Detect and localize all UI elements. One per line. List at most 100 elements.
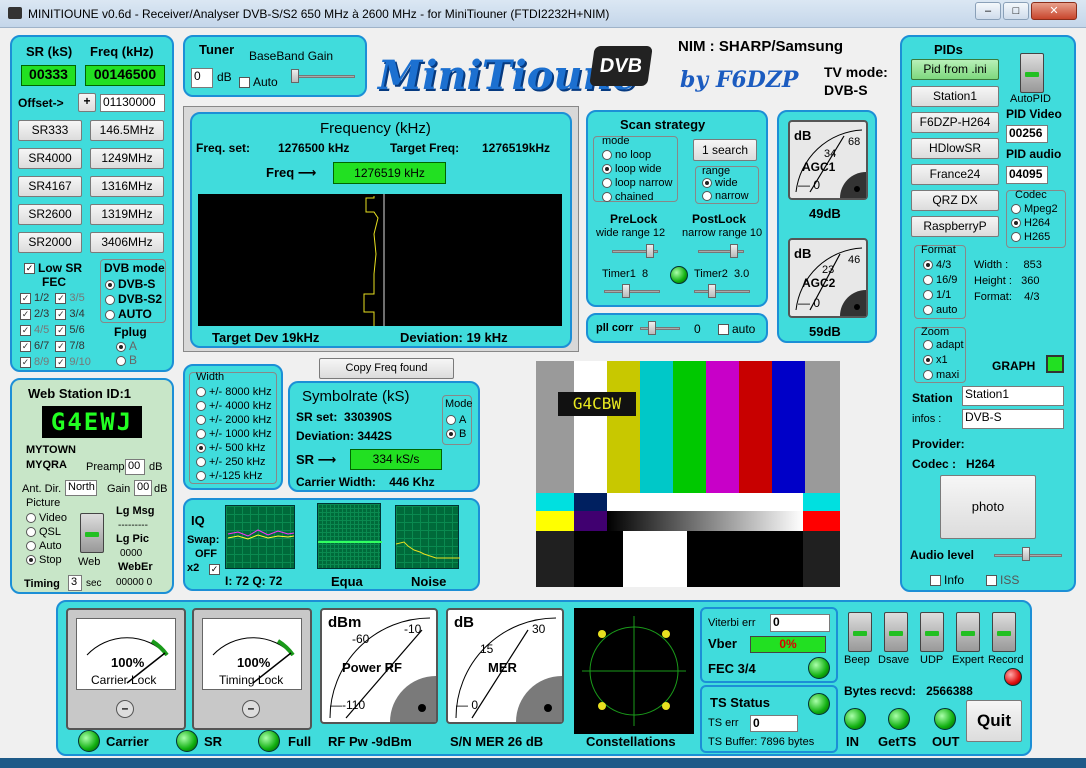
tvmode-label: TV mode: (824, 64, 888, 80)
timing-lock-label: Timing Lock (219, 673, 284, 687)
station-button[interactable]: Station1 (911, 86, 999, 107)
udp-switch[interactable] (920, 612, 944, 652)
weber-value: 00000 0 (116, 577, 153, 588)
autopid-switch[interactable] (1020, 53, 1044, 93)
fplug-a-radio[interactable]: A (116, 339, 137, 353)
dvb-mode-group: DVB mode DVB-S DVB-S2 AUTO (100, 259, 166, 323)
zoom-radios[interactable]: adapt x1 maxi (923, 338, 964, 383)
sr-preset-button[interactable]: SR2600 (18, 204, 82, 225)
copy-freq-button[interactable]: Copy Freq found (319, 358, 454, 379)
infos-input[interactable]: DVB-S (962, 409, 1064, 429)
pid-from-ini-button[interactable]: Pid from .ini (911, 59, 999, 80)
freq-preset-button[interactable]: 1316MHz (90, 176, 164, 197)
freq-arrow-label: Freq ⟶ (266, 165, 317, 180)
range-radios[interactable]: wide narrow (702, 177, 749, 203)
scan-mode-radios[interactable]: no loop loop wide loop narrow chained (602, 148, 672, 204)
timing-input[interactable]: 3 (68, 575, 82, 591)
fplug-b-radio[interactable]: B (116, 353, 137, 367)
pattern-block (574, 493, 607, 511)
pll-auto-checkbox[interactable]: auto (718, 322, 755, 336)
tuner-db: dB (217, 70, 232, 84)
sr-found-value: 334 kS/s (350, 449, 442, 470)
freq-preset-button[interactable]: 1319MHz (90, 204, 164, 225)
picture-label: Picture (26, 497, 61, 509)
x2-checkbox[interactable]: ✓ (209, 562, 223, 576)
station-button[interactable]: HDlowSR (911, 138, 999, 159)
antdir-input[interactable]: North (65, 480, 97, 496)
freq-preset-button[interactable]: 3406MHz (90, 232, 164, 253)
audio-level-thumb[interactable] (1022, 547, 1030, 561)
expert-switch[interactable] (956, 612, 980, 652)
lowsr-checkbox[interactable]: ✓ Low SR (24, 261, 82, 275)
station-button[interactable]: France24 (911, 164, 999, 185)
minimize-button[interactable]: – (975, 2, 1001, 20)
record-switch[interactable] (992, 612, 1016, 652)
bbgain-slider[interactable] (291, 75, 355, 78)
search-button[interactable]: 1 search (693, 139, 757, 161)
pid-audio-input[interactable]: 04095 (1006, 166, 1048, 184)
photo-button[interactable]: photo (940, 475, 1036, 539)
dsave-switch[interactable] (884, 612, 908, 652)
symbolrate-panel: Symbolrate (kS) SR set: 330390S Deviatio… (288, 381, 480, 492)
constellation-plot (582, 616, 686, 726)
dvb-s-radio[interactable]: DVB-S (105, 277, 155, 291)
prelock-label: PreLock (610, 212, 658, 226)
info-checkbox[interactable]: Info (930, 573, 964, 587)
offset-sign-button[interactable]: + (78, 93, 96, 112)
iss-checkbox[interactable]: ISS (986, 573, 1019, 587)
pll-thumb[interactable] (648, 321, 656, 335)
sr-preset-button[interactable]: SR4167 (18, 176, 82, 197)
bbgain-slider-thumb[interactable] (291, 69, 299, 83)
sr-preset-button[interactable]: SR4000 (18, 148, 82, 169)
spectrum-trace (363, 194, 385, 326)
sr-value-field[interactable]: 00333 (21, 65, 76, 86)
offset-input[interactable]: 01130000 (100, 94, 165, 112)
timer2-slider[interactable] (694, 290, 750, 293)
wide-range-thumb[interactable] (646, 244, 654, 258)
width-radios[interactable]: +/- 8000 kHz +/- 4000 kHz +/- 2000 kHz +… (196, 385, 272, 483)
picture-radios[interactable]: Video QSL Auto Stop (26, 511, 67, 567)
freq-preset-button[interactable]: 1249MHz (90, 148, 164, 169)
freq-preset-button[interactable]: 146.5MHz (90, 120, 164, 141)
close-button[interactable]: ✕ (1031, 2, 1077, 20)
dvb-auto-radio[interactable]: AUTO (105, 307, 152, 321)
timer1-label: Timer1 8 (602, 268, 649, 280)
beep-switch[interactable] (848, 612, 872, 652)
fec-checkboxes[interactable]: ✓ 1/2 ✓ 3/5 ✓ 2/3 ✓ 3/4 ✓ 4/5 ✓ 5/6 ✓ 6/7 ✓ 7/8 … (20, 290, 91, 370)
timer1-thumb[interactable] (622, 284, 630, 298)
station-button[interactable]: F6DZP-H264 (911, 112, 999, 133)
sr-mode-label: Mode (445, 398, 473, 410)
sr-preset-button[interactable]: SR333 (18, 120, 82, 141)
maximize-button[interactable]: □ (1003, 2, 1029, 20)
sr-preset-button[interactable]: SR2000 (18, 232, 82, 253)
freq-value-field[interactable]: 00146500 (85, 65, 165, 86)
gain-input[interactable]: 00 (134, 480, 152, 496)
pattern-block (803, 531, 840, 587)
narrow-range-thumb[interactable] (730, 244, 738, 258)
station-button[interactable]: QRZ DX (911, 190, 999, 211)
station-input[interactable]: Station1 (962, 386, 1064, 406)
preamp-input[interactable]: 00 (125, 459, 145, 475)
tuner-gain-input[interactable]: 0 (191, 68, 213, 88)
vber-bar: 0% (750, 636, 826, 653)
timer2-thumb[interactable] (708, 284, 716, 298)
sr-mode-radios[interactable]: A B (446, 413, 466, 441)
pattern-block (536, 493, 574, 511)
pid-video-input[interactable]: 00256 (1006, 125, 1048, 143)
tuner-auto-checkbox[interactable]: Auto (239, 75, 278, 89)
carrier-lock-pct: 100% (111, 655, 145, 670)
viterbi-value: 0 (770, 614, 830, 632)
graph-toggle[interactable] (1046, 355, 1064, 373)
lgmsg-value: --------- (118, 520, 148, 531)
ts-err-label: TS err (708, 717, 739, 729)
web-switch[interactable] (80, 513, 104, 553)
station-button[interactable]: RaspberryP (911, 216, 999, 237)
codec-radios[interactable]: Mpeg2 H264 H265 (1011, 202, 1058, 244)
pll-label: pll corr (596, 322, 634, 334)
quit-button[interactable]: Quit (966, 700, 1022, 742)
pll-slider[interactable] (640, 327, 680, 330)
dvb-s2-radio[interactable]: DVB-S2 (105, 292, 162, 306)
narrow-range-label: narrow range 10 (682, 227, 763, 239)
format-radios[interactable]: 4/3 16/9 1/1 auto (923, 258, 957, 318)
timer1-slider[interactable] (604, 290, 660, 293)
